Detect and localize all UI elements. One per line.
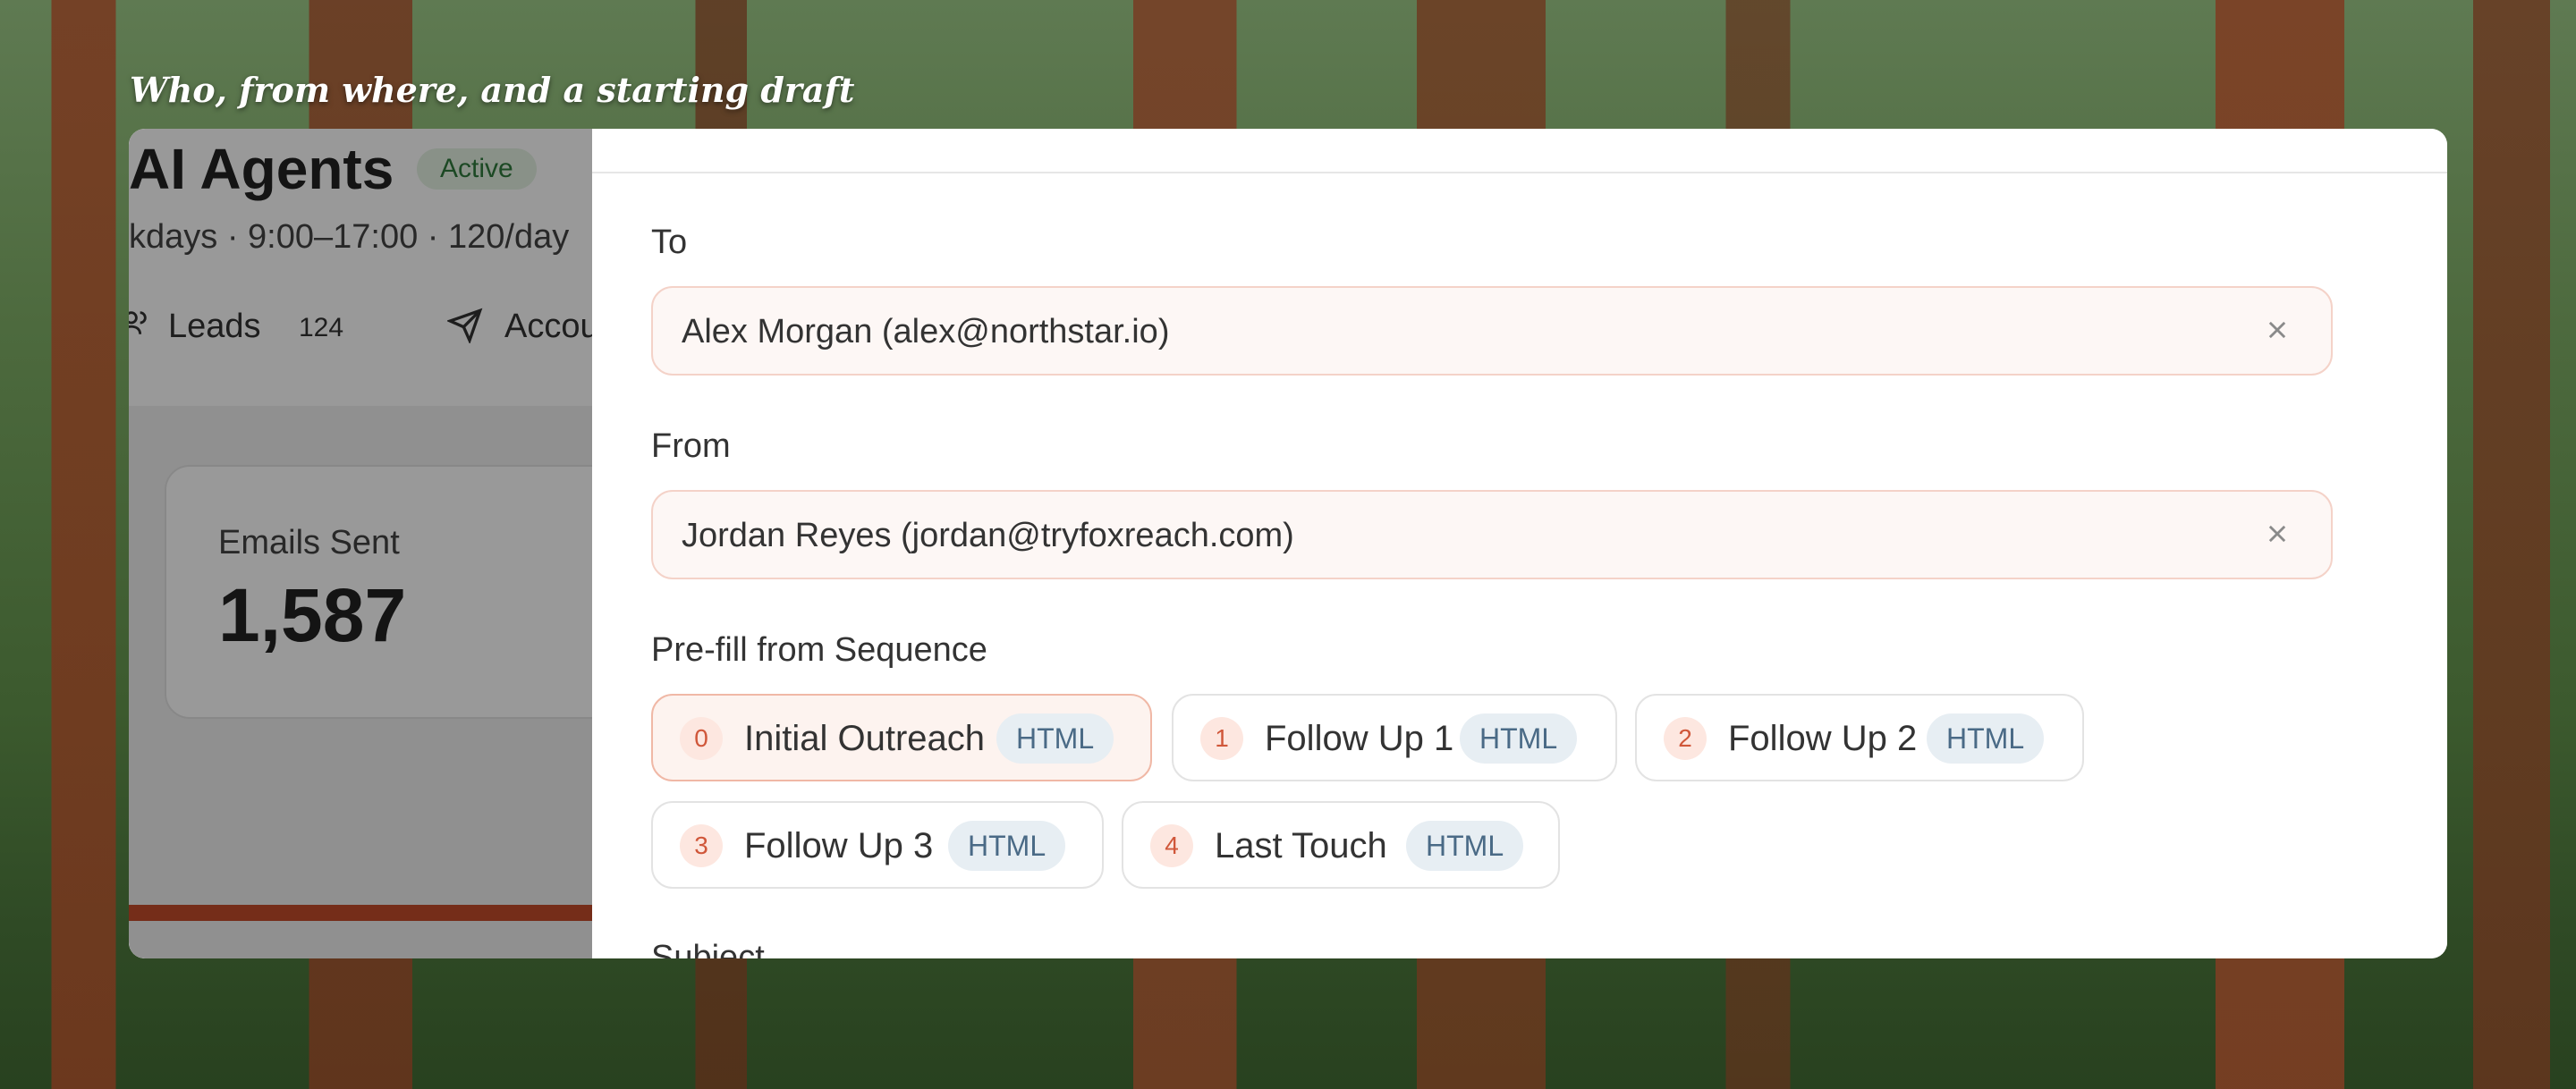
step-name: Last Touch — [1215, 826, 1387, 865]
close-icon[interactable] — [2265, 515, 2290, 555]
sequence-step-follow-up-1[interactable]: 1 Follow Up 1 HTML — [1172, 694, 1617, 781]
sequence-step-follow-up-3[interactable]: 3 Follow Up 3 HTML — [651, 801, 1104, 889]
prefill-label: Pre-fill from Sequence — [651, 631, 987, 669]
step-number: 1 — [1200, 717, 1243, 760]
close-icon[interactable] — [2265, 311, 2290, 351]
format-badge: HTML — [1406, 821, 1524, 871]
sequence-step-initial-outreach[interactable]: 0 Initial Outreach HTML — [651, 694, 1152, 781]
to-label: To — [651, 224, 688, 261]
step-number: 3 — [680, 824, 723, 867]
step-name: Initial Outreach — [744, 719, 986, 758]
to-value: Alex Morgan (alex@northstar.io) — [682, 313, 1170, 350]
sequence-step-last-touch[interactable]: 4 Last Touch HTML — [1122, 801, 1560, 889]
format-badge: HTML — [1927, 713, 2045, 764]
step-number: 4 — [1150, 824, 1193, 867]
format-badge: HTML — [948, 821, 1066, 871]
step-number: 2 — [1664, 717, 1707, 760]
from-value: Jordan Reyes (jordan@tryfoxreach.com) — [682, 517, 1294, 554]
caption: Who, from where, and a starting draft — [130, 70, 855, 110]
modal-header-divider — [592, 172, 2447, 173]
compose-modal: To Alex Morgan (alex@northstar.io) From … — [592, 129, 2447, 958]
to-field[interactable]: Alex Morgan (alex@northstar.io) — [651, 286, 2333, 376]
from-field[interactable]: Jordan Reyes (jordan@tryfoxreach.com) — [651, 490, 2333, 579]
format-badge: HTML — [1460, 713, 1578, 764]
subject-label: Subject — [651, 939, 765, 958]
step-number: 0 — [680, 717, 723, 760]
app-window: AI Agents Active kdays · 9:00–17:00 · 12… — [129, 129, 2447, 958]
format-badge: HTML — [996, 713, 1114, 764]
step-name: Follow Up 1 — [1265, 719, 1454, 758]
step-name: Follow Up 2 — [1728, 719, 1918, 758]
modal-overlay[interactable] — [129, 129, 594, 958]
step-name: Follow Up 3 — [744, 826, 934, 865]
from-label: From — [651, 427, 731, 465]
sequence-step-follow-up-2[interactable]: 2 Follow Up 2 HTML — [1635, 694, 2084, 781]
